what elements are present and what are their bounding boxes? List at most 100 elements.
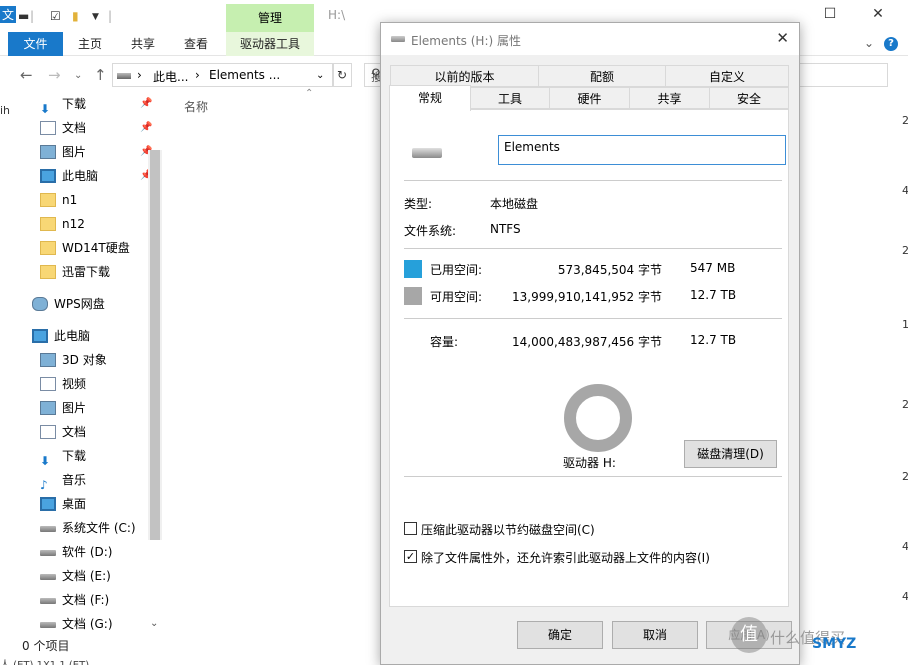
tab-share[interactable]: 共享 xyxy=(131,32,155,56)
capacity-label: 容量: xyxy=(430,335,459,349)
tab-hardware[interactable]: 硬件 xyxy=(549,87,630,109)
capacity-bytes: 14,000,483,987,456 字节 xyxy=(512,335,662,349)
tab-customize[interactable]: 自定义 xyxy=(665,65,789,87)
sidebar-item[interactable]: n12 xyxy=(40,212,85,236)
chevron-down-icon[interactable]: ⌄ xyxy=(864,36,874,50)
sidebar-item[interactable]: 图片 📌 xyxy=(40,140,152,164)
drive-name-input[interactable]: Elements xyxy=(498,135,786,165)
sidebar-item[interactable]: 软件 (D:) xyxy=(40,540,112,564)
compress-label[interactable]: 压缩此驱动器以节约磁盘空间(C) xyxy=(421,521,595,538)
edge-text: 2 xyxy=(902,470,908,483)
sidebar-item-label: 文档 xyxy=(62,425,87,439)
sidebar-item[interactable]: 此电脑 📌 xyxy=(40,164,152,188)
filesystem-label: 文件系统: xyxy=(404,224,457,238)
sidebar-item-label: n12 xyxy=(62,217,85,231)
sidebar-item-label: 软件 (D:) xyxy=(62,545,113,559)
sidebar-item-label: 3D 对象 xyxy=(62,353,107,367)
sidebar-item[interactable]: ⬇ 下载 📌 xyxy=(40,92,152,116)
sidebar-item[interactable]: 桌面 xyxy=(40,492,86,516)
sidebar-item[interactable]: WD14T硬盘 xyxy=(40,236,130,260)
sidebar-item[interactable]: 图片 xyxy=(40,396,86,420)
breadcrumb-this-pc[interactable]: 此电... xyxy=(153,68,188,85)
maximize-icon[interactable]: ☐ xyxy=(820,6,840,22)
cube-icon xyxy=(40,352,56,367)
used-space-swatch xyxy=(404,260,422,278)
sidebar-item[interactable]: 迅雷下载 xyxy=(40,260,110,284)
recent-locations-icon[interactable]: ⌄ xyxy=(74,70,82,81)
drive-icon xyxy=(117,73,131,79)
cancel-button[interactable]: 取消 xyxy=(612,621,698,649)
tab-security[interactable]: 安全 xyxy=(709,87,789,109)
folder-icon xyxy=(40,216,56,231)
sidebar-item[interactable]: 文档 (G:) xyxy=(40,612,113,636)
close-icon[interactable]: ✕ xyxy=(868,6,888,22)
ok-button[interactable]: 确定 xyxy=(517,621,603,649)
sidebar-item[interactable]: 系统文件 (C:) xyxy=(40,516,136,540)
sidebar-item-label: n1 xyxy=(62,193,78,207)
scroll-down-icon[interactable]: ⌄ xyxy=(150,618,158,629)
sidebar-item[interactable]: ⬇ 下载 xyxy=(40,444,86,468)
separator-icon: | xyxy=(108,9,113,23)
new-folder-quick-icon[interactable]: ▮ xyxy=(72,9,79,23)
sidebar-item[interactable]: ♪ 音乐 xyxy=(40,468,86,492)
tab-tools[interactable]: 工具 xyxy=(470,87,550,109)
separator-icon: | xyxy=(30,9,35,23)
breadcrumb-elements[interactable]: Elements ... xyxy=(209,68,280,82)
free-space-bytes: 13,999,910,141,952 字节 xyxy=(512,290,662,304)
drive-icon xyxy=(40,597,56,604)
drive-icon xyxy=(391,36,405,42)
disk-usage-donut xyxy=(564,384,632,452)
dialog-title-bar: Elements (H:) 属性 ✕ xyxy=(381,23,799,55)
sidebar-item[interactable]: n1 xyxy=(40,188,77,212)
sidebar-scrollbar[interactable] xyxy=(148,150,162,540)
tab-view[interactable]: 查看 xyxy=(184,32,208,56)
sidebar-item[interactable]: 文档 (F:) xyxy=(40,588,109,612)
used-space-label: 已用空间: xyxy=(430,263,483,277)
index-label[interactable]: 除了文件属性外，还允许索引此驱动器上文件的内容(I) xyxy=(421,549,710,566)
index-checkbox[interactable]: ✓ xyxy=(404,550,417,563)
sidebar-item[interactable]: WPS网盘 xyxy=(32,292,105,316)
scrollbar-thumb[interactable] xyxy=(150,150,160,540)
tab-general[interactable]: 常规 xyxy=(389,85,471,111)
edge-text: 4 xyxy=(902,590,908,603)
refresh-button[interactable]: ↻ xyxy=(332,63,352,87)
sidebar-item[interactable]: 文档 📌 xyxy=(40,116,152,140)
address-bar[interactable]: › 此电... › Elements ... ⌄ xyxy=(112,63,334,87)
column-header-name[interactable]: 名称 xyxy=(184,98,208,115)
drive-icon xyxy=(412,148,442,158)
tab-sharing[interactable]: 共享 xyxy=(629,87,710,109)
close-icon[interactable]: ✕ xyxy=(776,29,789,47)
drive-quick-icon[interactable]: ▬ xyxy=(18,9,29,23)
sidebar-item[interactable]: 视频 xyxy=(40,372,86,396)
pin-icon[interactable]: 📌 xyxy=(140,116,152,140)
compress-checkbox[interactable] xyxy=(404,522,417,535)
up-arrow-icon[interactable]: ↑ xyxy=(94,66,107,84)
disk-cleanup-button[interactable]: 磁盘清理(D) xyxy=(684,440,777,468)
edge-text: 2 xyxy=(902,114,908,127)
sidebar-item[interactable]: 文档 (E:) xyxy=(40,564,111,588)
forward-arrow-icon[interactable]: → xyxy=(48,66,61,84)
divider xyxy=(404,318,782,319)
customize-quick-access-icon[interactable]: ▼ xyxy=(92,12,99,22)
sidebar-item[interactable]: 此电脑 xyxy=(32,324,90,348)
address-dropdown-icon[interactable]: ⌄ xyxy=(316,70,324,81)
type-value: 本地磁盘 xyxy=(490,197,539,211)
tab-drive-tools[interactable]: 驱动器工具 xyxy=(226,32,314,56)
sidebar-item-label: 下载 xyxy=(62,449,87,463)
tab-previous-versions[interactable]: 以前的版本 xyxy=(390,65,539,87)
tab-home[interactable]: 主页 xyxy=(78,32,102,56)
video-icon xyxy=(40,376,56,391)
help-icon[interactable]: ? xyxy=(884,37,898,51)
tab-file[interactable]: 文件 xyxy=(8,32,63,56)
sidebar-item[interactable]: 文档 xyxy=(40,420,86,444)
sidebar-item-label: 桌面 xyxy=(62,497,87,511)
tab-quota[interactable]: 配额 xyxy=(538,65,666,87)
music-icon: ♪ xyxy=(40,477,48,492)
back-arrow-icon[interactable]: ← xyxy=(20,66,33,84)
pin-icon[interactable]: 📌 xyxy=(140,92,152,116)
edge-text: ih xyxy=(0,104,11,117)
sidebar-item[interactable]: 3D 对象 xyxy=(40,348,107,372)
properties-quick-icon[interactable]: ☑ xyxy=(50,9,61,23)
edge-text: 4 xyxy=(902,540,908,553)
app-menu-icon[interactable]: 文 xyxy=(0,6,17,23)
